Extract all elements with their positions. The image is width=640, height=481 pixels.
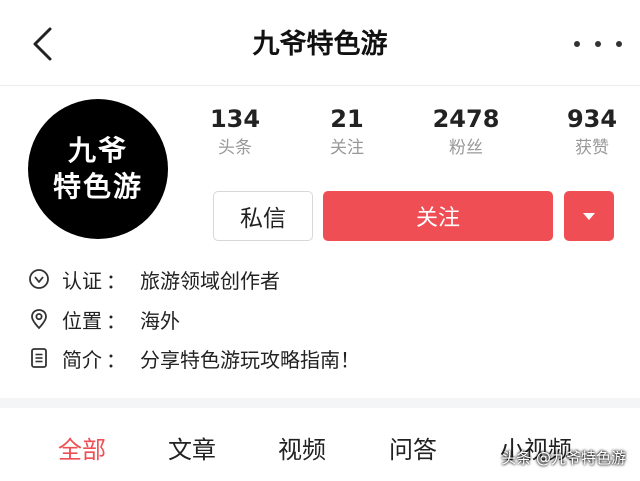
stat-posts[interactable]: 134 头条	[190, 104, 280, 162]
more-dot-icon	[616, 41, 622, 47]
follow-dropdown-button[interactable]	[564, 191, 614, 241]
stat-label: 粉丝	[449, 138, 483, 158]
info-value: 海外	[140, 308, 180, 333]
info-location: 位置 ： 海外	[28, 304, 180, 334]
stat-value: 934	[566, 105, 618, 133]
info-value: 分享特色游玩攻略指南！	[140, 347, 360, 372]
stat-likes[interactable]: 934 获赞	[547, 104, 637, 162]
info-label: 位置	[62, 308, 102, 333]
more-options-button[interactable]	[574, 28, 622, 60]
stat-value: 134	[209, 105, 261, 133]
stat-label: 获赞	[575, 138, 609, 158]
tab-videos[interactable]: 视频	[278, 430, 326, 465]
stat-following[interactable]: 21 关注	[302, 104, 392, 162]
tab-all[interactable]: 全部	[58, 430, 106, 465]
content-tabs: 全部 文章 视频 问答 小视频	[0, 408, 640, 481]
follow-button[interactable]: 关注	[323, 191, 553, 241]
more-dot-icon	[574, 41, 580, 47]
stat-label: 关注	[330, 138, 364, 158]
info-label: 简介	[62, 347, 102, 372]
message-button[interactable]: 私信	[213, 191, 313, 241]
info-separator: ：	[106, 347, 126, 372]
info-certification: 认证 ： 旅游领域创作者	[28, 264, 280, 294]
more-dot-icon	[595, 41, 601, 47]
stat-label: 头条	[218, 138, 252, 158]
info-value: 旅游领域创作者	[140, 268, 280, 293]
info-separator: ：	[106, 268, 126, 293]
avatar[interactable]: 九爷 特色游	[28, 99, 168, 239]
stat-followers[interactable]: 2478 粉丝	[421, 104, 511, 162]
info-separator: ：	[106, 308, 126, 333]
avatar-text-line1: 九爷	[67, 134, 128, 167]
profile-stats: 134 头条 21 关注 2478 粉丝 934 获赞	[190, 104, 630, 166]
caret-down-icon	[583, 212, 595, 220]
avatar-text-line2: 特色游	[52, 170, 143, 203]
info-intro: 简介 ： 分享特色游玩攻略指南！	[28, 343, 360, 373]
watermark: 头条 @九爷特色游	[501, 449, 626, 467]
top-bar: 九爷特色游	[0, 0, 640, 86]
stat-value: 21	[330, 105, 364, 133]
info-label: 认证	[62, 268, 102, 293]
page-title: 九爷特色游	[252, 29, 388, 60]
section-divider	[0, 398, 640, 408]
verified-badge-icon	[28, 268, 50, 290]
profile-page: 九爷特色游 九爷 特色游 134 头条 21 关注 2478 粉丝 934 获赞…	[0, 0, 640, 481]
document-icon	[28, 347, 50, 369]
tab-qa[interactable]: 问答	[389, 430, 437, 465]
tab-articles[interactable]: 文章	[168, 430, 216, 465]
location-pin-icon	[28, 308, 50, 330]
stat-value: 2478	[432, 105, 500, 133]
